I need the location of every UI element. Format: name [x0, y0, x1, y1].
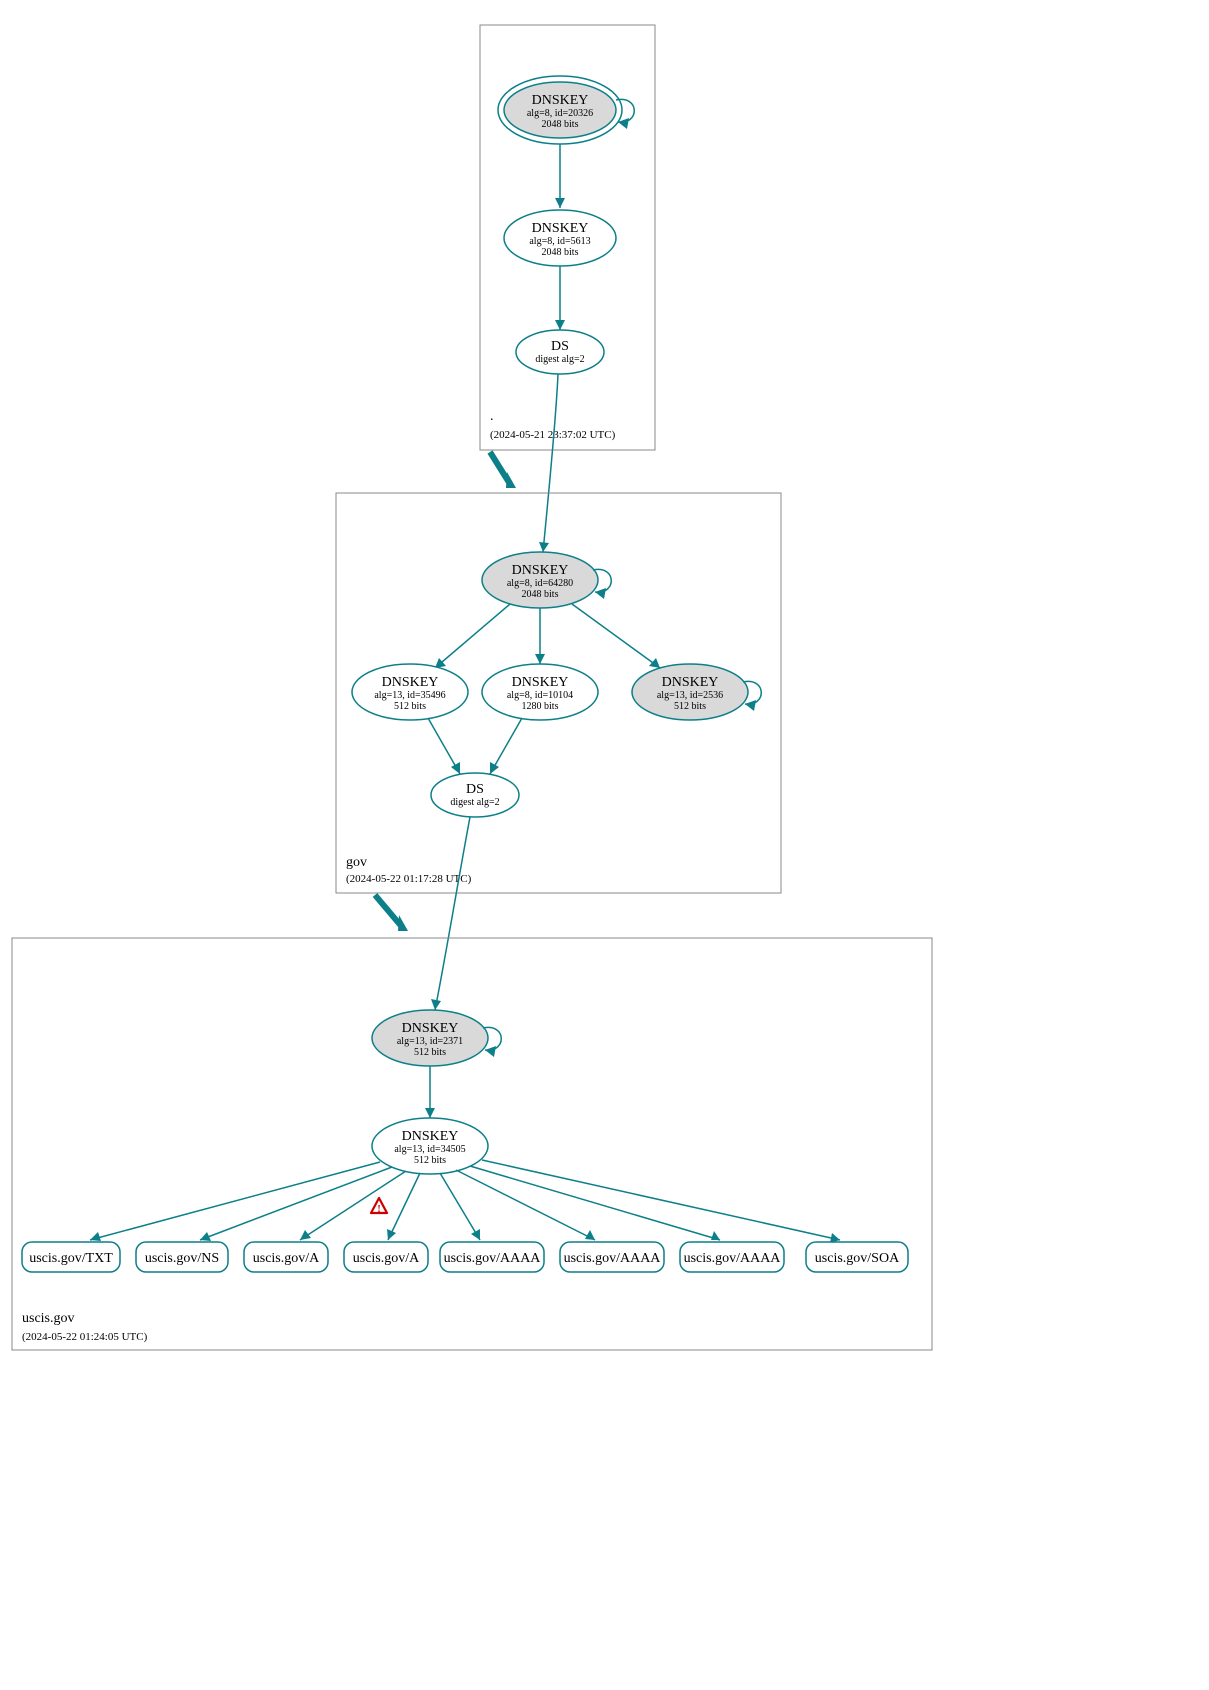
edge-gov-ds-to-uscis-ksk: [435, 817, 470, 1010]
svg-text:alg=13, id=35496: alg=13, id=35496: [374, 690, 445, 701]
zone-gov-label: gov: [346, 855, 367, 870]
zone-root-label: .: [490, 409, 494, 424]
rrset-r3: uscis.gov/A: [344, 1242, 428, 1272]
svg-text:digest alg=2: digest alg=2: [450, 797, 499, 808]
svg-text:alg=13, id=2536: alg=13, id=2536: [657, 690, 723, 701]
svg-text:DNSKEY: DNSKEY: [402, 1021, 459, 1036]
svg-text:alg=8, id=10104: alg=8, id=10104: [507, 690, 573, 701]
edge-gov-ksk-to-k1: [435, 604, 510, 668]
edge-zsk-to-r1: [200, 1167, 392, 1240]
rrset-r4: uscis.gov/AAAA: [440, 1242, 544, 1272]
svg-text:2048 bits: 2048 bits: [522, 589, 559, 600]
svg-text:512 bits: 512 bits: [394, 701, 426, 712]
node-root-ds: DS digest alg=2: [516, 330, 604, 374]
edge-gov-ksk-to-k3: [572, 604, 660, 668]
rrset-r7: uscis.gov/SOA: [806, 1242, 908, 1272]
svg-text:DNSKEY: DNSKEY: [532, 221, 589, 236]
zone-gov-timestamp: (2024-05-22 01:17:28 UTC): [346, 873, 472, 885]
edge-zsk-to-r3: [388, 1173, 420, 1240]
svg-text:DS: DS: [466, 782, 484, 797]
svg-text:!: !: [377, 1204, 380, 1215]
svg-text:uscis.gov/AAAA: uscis.gov/AAAA: [684, 1251, 782, 1266]
node-root-ksk: DNSKEY alg=8, id=20326 2048 bits: [498, 76, 634, 144]
svg-text:DNSKEY: DNSKEY: [532, 93, 589, 108]
rrset-r0: uscis.gov/TXT: [22, 1242, 120, 1272]
svg-text:alg=8, id=64280: alg=8, id=64280: [507, 578, 573, 589]
svg-text:uscis.gov/SOA: uscis.gov/SOA: [815, 1251, 900, 1266]
svg-text:uscis.gov/NS: uscis.gov/NS: [145, 1251, 219, 1266]
rrset-r1: uscis.gov/NS: [136, 1242, 228, 1272]
zone-uscis-label: uscis.gov: [22, 1311, 75, 1326]
svg-text:DNSKEY: DNSKEY: [402, 1129, 459, 1144]
svg-text:DS: DS: [551, 339, 569, 354]
node-gov-k1: DNSKEY alg=13, id=35496 512 bits: [352, 664, 468, 720]
warning-icon: !: [371, 1198, 387, 1215]
svg-text:512 bits: 512 bits: [674, 701, 706, 712]
node-gov-k3: DNSKEY alg=13, id=2536 512 bits: [632, 664, 761, 720]
node-gov-ksk: DNSKEY alg=8, id=64280 2048 bits: [482, 552, 611, 608]
svg-text:alg=13, id=2371: alg=13, id=2371: [397, 1036, 463, 1047]
edge-zsk-to-r7: [482, 1160, 840, 1240]
rrset-r5: uscis.gov/AAAA: [560, 1242, 664, 1272]
edge-gov-to-uscis-zone: [375, 895, 402, 927]
svg-text:2048 bits: 2048 bits: [542, 247, 579, 258]
svg-text:512 bits: 512 bits: [414, 1155, 446, 1166]
rrset-r6: uscis.gov/AAAA: [680, 1242, 784, 1272]
edge-root-ds-to-gov-ksk: [543, 374, 558, 552]
svg-text:DNSKEY: DNSKEY: [512, 563, 569, 578]
edge-zsk-to-r4: [440, 1173, 480, 1240]
node-uscis-ksk: DNSKEY alg=13, id=2371 512 bits: [372, 1010, 501, 1066]
svg-text:uscis.gov/A: uscis.gov/A: [353, 1251, 420, 1266]
svg-text:DNSKEY: DNSKEY: [662, 675, 719, 690]
zone-uscis-timestamp: (2024-05-22 01:24:05 UTC): [22, 1331, 148, 1343]
svg-text:digest alg=2: digest alg=2: [535, 354, 584, 365]
svg-text:uscis.gov/TXT: uscis.gov/TXT: [29, 1251, 113, 1266]
svg-text:alg=13, id=34505: alg=13, id=34505: [394, 1144, 465, 1155]
node-gov-ds: DS digest alg=2: [431, 773, 519, 817]
svg-text:512 bits: 512 bits: [414, 1047, 446, 1058]
node-gov-k2: DNSKEY alg=8, id=10104 1280 bits: [482, 664, 598, 720]
svg-text:uscis.gov/A: uscis.gov/A: [253, 1251, 320, 1266]
svg-text:alg=8, id=5613: alg=8, id=5613: [529, 236, 590, 247]
rrset-r2: uscis.gov/A: [244, 1242, 328, 1272]
svg-text:2048 bits: 2048 bits: [542, 119, 579, 130]
node-root-zsk: DNSKEY alg=8, id=5613 2048 bits: [504, 210, 616, 266]
edge-zsk-to-r0: [90, 1162, 380, 1240]
svg-text:alg=8, id=20326: alg=8, id=20326: [527, 108, 593, 119]
svg-text:uscis.gov/AAAA: uscis.gov/AAAA: [564, 1251, 662, 1266]
svg-text:1280 bits: 1280 bits: [522, 701, 559, 712]
svg-text:uscis.gov/AAAA: uscis.gov/AAAA: [444, 1251, 542, 1266]
svg-text:DNSKEY: DNSKEY: [512, 675, 569, 690]
edge-zsk-to-r6: [470, 1166, 720, 1240]
svg-text:DNSKEY: DNSKEY: [382, 675, 439, 690]
